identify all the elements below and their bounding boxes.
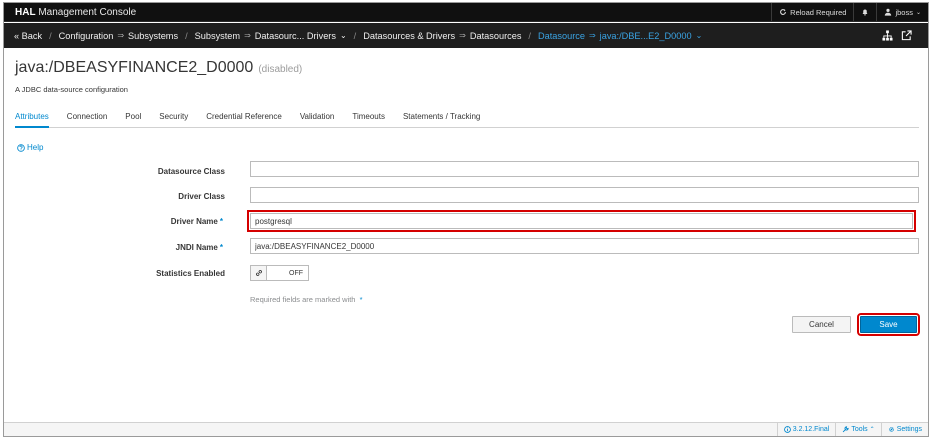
settings-link[interactable]: Settings bbox=[880, 423, 928, 436]
breadcrumb-subsystems[interactable]: Subsystems bbox=[128, 31, 178, 41]
arrow-right-icon: ⇒ bbox=[117, 31, 125, 40]
tab-security[interactable]: Security bbox=[159, 109, 188, 128]
breadcrumb-separator: / bbox=[353, 30, 357, 41]
settings-label: Settings bbox=[896, 426, 922, 433]
help-label: Help bbox=[27, 143, 44, 152]
page-title: java:/DBEASYFINANCE2_D0000 bbox=[15, 59, 254, 76]
user-menu[interactable]: jboss ⌄ bbox=[876, 3, 928, 21]
breadcrumb-datasources-drivers[interactable]: Datasourc... Drivers bbox=[255, 31, 336, 41]
user-icon bbox=[885, 8, 892, 16]
back-link[interactable]: « Back bbox=[14, 31, 42, 41]
page-header: java:/DBEASYFINANCE2_D0000 (disabled) bbox=[15, 59, 302, 77]
help-link[interactable]: Help bbox=[17, 143, 43, 152]
tools-menu[interactable]: Tools ⌃ bbox=[835, 423, 880, 436]
arrow-right-icon: ⇒ bbox=[459, 31, 466, 40]
breadcrumb-datasource[interactable]: Datasource bbox=[538, 31, 585, 41]
tab-statements-tracking[interactable]: Statements / Tracking bbox=[403, 109, 480, 128]
chevron-down-icon: ⌄ bbox=[915, 9, 921, 16]
brand-title: Management Console bbox=[38, 6, 137, 18]
required-marker: * bbox=[219, 243, 223, 252]
status-badge: (disabled) bbox=[258, 64, 303, 75]
bell-icon bbox=[863, 9, 868, 16]
page-subtitle: A JDBC data-source configuration bbox=[15, 85, 128, 94]
notifications-button[interactable] bbox=[853, 3, 876, 21]
sitemap-icon[interactable] bbox=[882, 30, 893, 41]
breadcrumb-separator: / bbox=[528, 30, 531, 41]
tab-connection[interactable]: Connection bbox=[67, 109, 107, 128]
datasource-class-label: Datasource Class bbox=[157, 167, 225, 176]
datasource-class-input[interactable] bbox=[250, 161, 919, 177]
version-label: 3.2.12.Final bbox=[792, 426, 830, 433]
driver-name-label-text: Driver Name bbox=[170, 217, 218, 226]
chevron-down-icon[interactable]: ⌄ bbox=[696, 31, 703, 40]
footer: 3.2.12.Final Tools ⌃ Settings bbox=[4, 422, 928, 436]
tools-label: Tools bbox=[851, 426, 868, 433]
link-icon bbox=[251, 266, 267, 280]
required-marker: * bbox=[359, 295, 363, 304]
driver-name-input[interactable] bbox=[247, 210, 916, 232]
external-link-icon[interactable] bbox=[901, 30, 912, 41]
tab-timeouts[interactable]: Timeouts bbox=[352, 109, 385, 128]
tab-validation[interactable]: Validation bbox=[300, 109, 335, 128]
required-fields-note: Required fields are marked with * bbox=[250, 295, 362, 304]
arrow-right-icon: ⇒ bbox=[244, 31, 251, 40]
breadcrumb-current[interactable]: java:/DBE...E2_D0000 bbox=[600, 31, 692, 41]
reload-label: Reload Required bbox=[790, 7, 847, 17]
chevron-down-icon[interactable]: ⌄ bbox=[340, 31, 347, 40]
wrench-icon bbox=[843, 426, 849, 433]
breadcrumb-separator: / bbox=[49, 30, 52, 41]
driver-name-label: Driver Name * bbox=[73, 217, 223, 226]
gear-icon bbox=[888, 427, 894, 432]
tab-attributes[interactable]: Attributes bbox=[15, 109, 49, 128]
chevron-up-icon: ⌃ bbox=[869, 427, 875, 433]
breadcrumb-separator: / bbox=[185, 30, 188, 41]
brand-bold: HAL bbox=[15, 6, 36, 18]
required-marker: * bbox=[219, 217, 223, 226]
driver-class-input[interactable] bbox=[250, 187, 919, 203]
reload-icon bbox=[780, 8, 787, 15]
toggle-state: OFF bbox=[289, 269, 303, 277]
arrow-right-icon: ⇒ bbox=[588, 31, 596, 40]
version-link[interactable]: 3.2.12.Final bbox=[776, 423, 836, 436]
required-note-text: Required fields are marked with bbox=[250, 295, 356, 304]
driver-class-label: Driver Class bbox=[178, 192, 225, 201]
brand: HAL Management Console bbox=[4, 7, 136, 18]
app-window: HAL Management Console Reload Required j… bbox=[3, 2, 929, 437]
breadcrumb-datasources-and-drivers[interactable]: Datasources & Drivers bbox=[363, 31, 455, 41]
breadcrumb-subsystem[interactable]: Subsystem bbox=[195, 31, 240, 41]
tab-pool[interactable]: Pool bbox=[125, 109, 141, 128]
save-button[interactable]: Save bbox=[857, 313, 920, 336]
top-bar: HAL Management Console Reload Required j… bbox=[4, 3, 928, 22]
breadcrumb-datasources[interactable]: Datasources bbox=[470, 31, 522, 41]
statistics-enabled-label: Statistics Enabled bbox=[156, 269, 225, 278]
jndi-name-label: JNDI Name * bbox=[73, 243, 223, 252]
tab-bar: Attributes Connection Pool Security Cred… bbox=[15, 109, 919, 128]
breadcrumb: « Back / Configuration ⇒ Subsystems / Su… bbox=[4, 23, 928, 48]
user-name: jboss bbox=[895, 7, 913, 17]
question-circle-icon bbox=[17, 143, 25, 152]
breadcrumb-configuration[interactable]: Configuration bbox=[59, 31, 114, 41]
info-circle-icon bbox=[783, 426, 791, 433]
reload-required-button[interactable]: Reload Required bbox=[771, 3, 853, 21]
tab-credential-reference[interactable]: Credential Reference bbox=[206, 109, 282, 128]
cancel-button[interactable]: Cancel bbox=[792, 316, 851, 333]
jndi-name-input[interactable] bbox=[250, 238, 919, 254]
jndi-name-label-text: JNDI Name bbox=[175, 243, 218, 252]
statistics-enabled-toggle[interactable]: OFF bbox=[250, 265, 309, 281]
